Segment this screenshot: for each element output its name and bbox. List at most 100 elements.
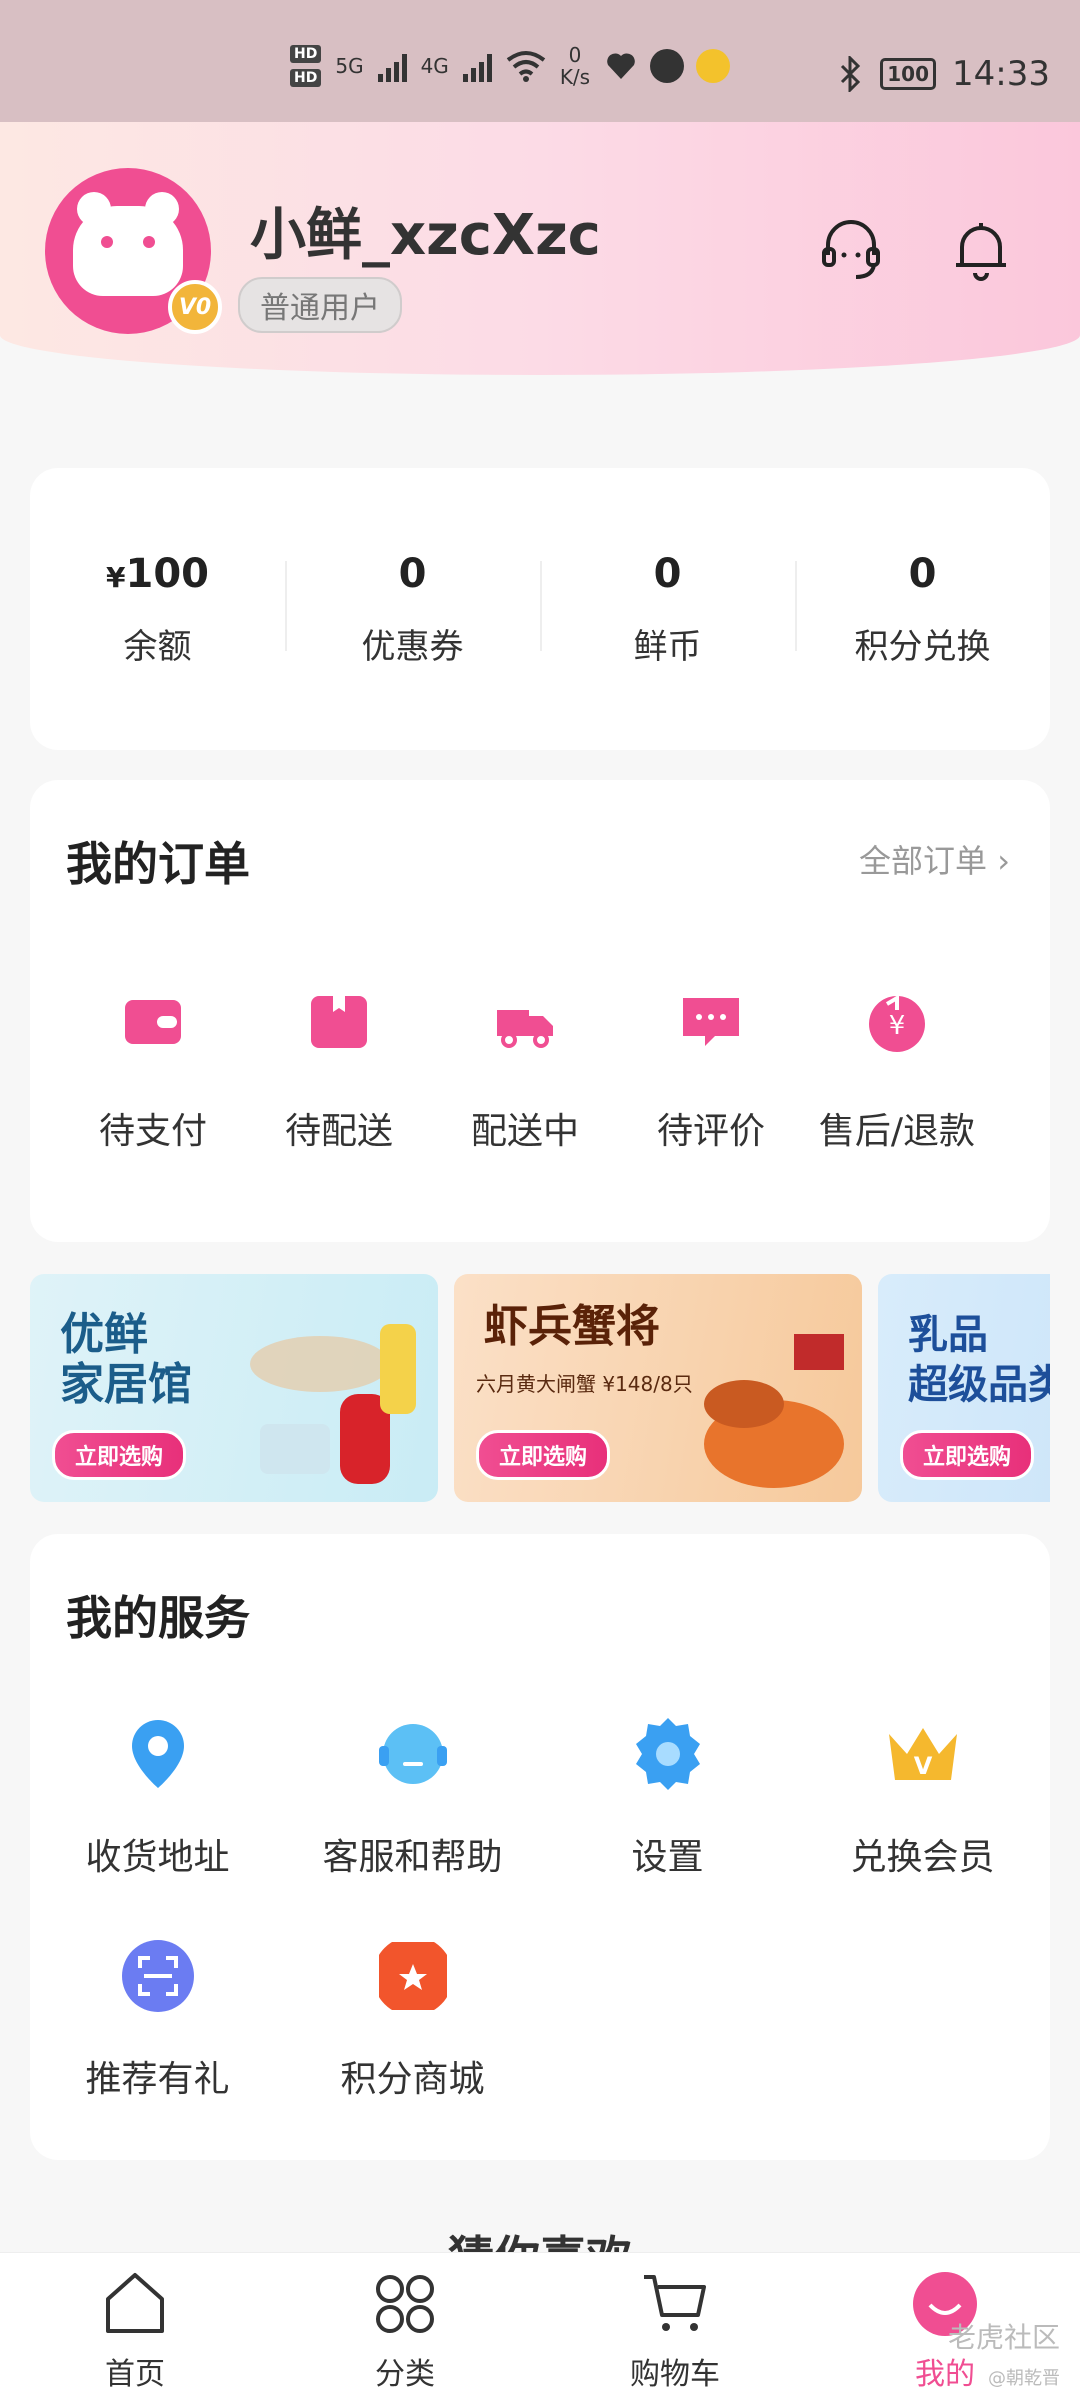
box-icon [311,996,367,1048]
speed-unit: K/s [559,65,591,89]
crab-image [704,1334,844,1488]
order-pending-payment[interactable]: 待支付 [60,990,246,1154]
vip-level-badge[interactable]: V0 [168,280,222,334]
stat-fresh-coins[interactable]: 0 鲜币 [540,551,795,668]
svg-text:¥: ¥ [889,1011,906,1041]
account-stats-card: ¥100 余额 0 优惠券 0 鲜币 0 积分兑换 [30,468,1050,750]
watermark: 老虎社区 [947,2321,1060,2354]
comment-icon [683,998,739,1046]
eye-icon [143,236,155,248]
homeware-products-image [250,1324,416,1484]
bluetooth-icon [841,56,861,92]
stat-points[interactable]: 0 积分兑换 [795,551,1050,668]
notification-icons [604,49,731,83]
service-label: 收货地址 [85,1837,230,1878]
cart-icon [644,2275,706,2331]
chevron-right-icon: › [997,842,1010,880]
location-pin-icon [131,1720,184,1788]
service-customer-help[interactable]: 客服和帮助 [285,1714,540,1880]
shop-icon [378,1942,447,2010]
customer-service-icon [378,1724,447,1784]
order-refund[interactable]: ¥ 售后/退款 [804,990,990,1154]
service-settings[interactable]: 设置 [540,1714,795,1880]
service-label: 客服和帮助 [322,1837,503,1878]
tab-cart[interactable]: 购物车 [540,2253,810,2400]
my-services-card: 我的服务 收货地址 客服和帮助 设置 V 兑换会员 推荐有礼 积分商城 [30,1534,1050,2160]
username: 小鲜_xzcXzc [250,203,601,268]
service-label: 设置 [631,1837,704,1878]
promo-banner-dairy[interactable]: 乳品 超级品类 立即选购 [878,1274,1050,1502]
stat-label: 鲜币 [633,626,702,667]
refund-icon: ¥ [869,994,925,1052]
all-orders-link[interactable]: 全部订单 › [859,836,1010,882]
wifi-icon [506,51,546,82]
order-label: 待配送 [284,1111,393,1152]
stat-label: 积分兑换 [854,626,991,667]
service-address[interactable]: 收货地址 [30,1714,285,1880]
promo-banner-carousel[interactable]: 优鲜 家居馆 立即选购 虾兵蟹将 六月黄大闸蟹 ¥148/8只 立即选购 乳品 超级… [30,1274,1050,1502]
tab-label: 首页 [105,2357,165,2392]
tab-category[interactable]: 分类 [270,2253,540,2400]
promo-banner-crab[interactable]: 虾兵蟹将 六月黄大闸蟹 ¥148/8只 立即选购 [454,1274,862,1502]
stat-value: 0 [653,550,682,597]
tab-label: 分类 [375,2357,435,2392]
banner-title-line1: 乳品 [908,1312,988,1358]
all-orders-label: 全部订单 [859,842,988,880]
banner-cta-button[interactable]: 立即选购 [900,1430,1035,1480]
notification-bell-icon[interactable] [946,215,1016,285]
banner-title: 虾兵蟹将 [484,1301,660,1352]
tab-label: 购物车 [630,2357,720,2392]
banner-cta-button[interactable]: 立即选购 [52,1430,187,1480]
tab-home[interactable]: 首页 [0,2253,270,2400]
emoji-notification-icon [696,49,731,83]
banner-title-line2: 超级品类 [908,1362,1050,1408]
stat-value: 0 [908,550,937,597]
order-status-row: 待支付 待配送 配送中 待评价 ¥ 售后/退款 [30,990,1050,1154]
stat-label: 优惠券 [361,626,464,667]
service-points-mall[interactable]: 积分商城 [285,1936,540,2102]
banner-title: 乳品 超级品类 [908,1310,1050,1410]
customer-service-headset-icon[interactable] [816,215,886,285]
health-heart-icon [607,53,635,79]
service-label: 推荐有礼 [85,2059,230,2100]
service-label: 兑换会员 [850,1837,995,1878]
battery-indicator: 100 [880,58,937,90]
promo-banner-home[interactable]: 优鲜 家居馆 立即选购 [30,1274,438,1502]
service-redeem-member[interactable]: V 兑换会员 [795,1714,1050,1880]
hd2-label: HD [290,69,322,87]
bear-face-icon [73,192,183,296]
order-in-delivery[interactable]: 配送中 [432,990,618,1154]
category-icon [376,2275,434,2333]
scan-icon [121,1940,194,2012]
speed-value: 0 [568,43,582,67]
stat-value: ¥100 [30,551,285,597]
orders-title: 我的订单 [66,837,250,891]
settings-gear-icon [635,1718,700,1790]
home-icon [106,2273,164,2333]
banner-title: 优鲜 家居馆 [60,1310,192,1410]
user-type-tag: 普通用户 [238,277,402,333]
hd-indicator: HD HD [290,45,322,87]
banner-cta-button[interactable]: 立即选购 [476,1430,611,1480]
eye-icon [101,236,113,248]
balance-value: 100 [125,550,209,597]
banner-title-line2: 家居馆 [60,1359,192,1410]
signal1-icon [377,50,407,82]
order-pending-delivery[interactable]: 待配送 [246,990,432,1154]
delivery-truck-icon [497,1010,553,1048]
app-notification-icon [650,49,685,83]
svg-text:V: V [913,1752,932,1780]
stat-coupons[interactable]: 0 优惠券 [285,551,540,668]
watermark-sub: @朝乾晋 [988,2368,1060,2389]
wallet-icon [125,1000,181,1044]
banner-title-line1: 优鲜 [60,1309,148,1360]
network-speed: 0 K/s [560,44,590,88]
status-bar: HD HD 5G 4G 0 K/s 100 14:33 [0,0,1080,122]
service-referral[interactable]: 推荐有礼 [30,1936,285,2102]
order-label: 待评价 [656,1111,765,1152]
stat-balance[interactable]: ¥100 余额 [30,551,285,668]
status-left-group: HD HD 5G 4G 0 K/s [290,44,731,88]
order-pending-review[interactable]: 待评价 [618,990,804,1154]
my-orders-card: 我的订单 全部订单 › 待支付 待配送 配送中 待评价 ¥ 售后/退款 [30,780,1050,1242]
net1-label: 5G [335,54,364,78]
